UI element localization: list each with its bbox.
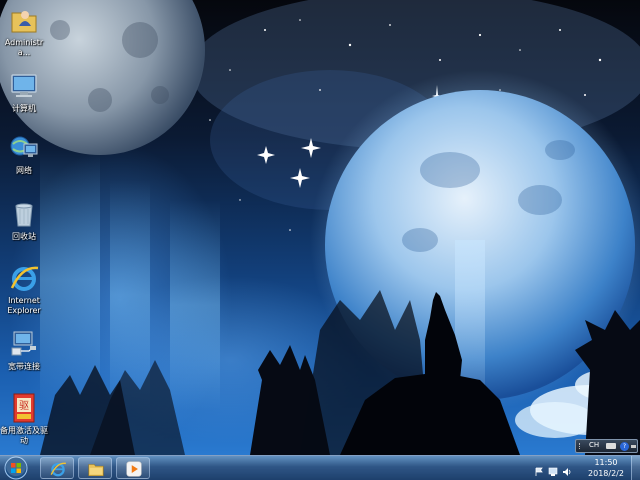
wallpaper-art <box>0 0 640 455</box>
taskbar: 11:50 2018/2/2 <box>0 455 640 480</box>
start-button[interactable] <box>3 456 29 480</box>
desktop-icon-broadband-connection[interactable]: 宽带连接 <box>0 328 48 372</box>
desktop-icon-computer[interactable]: 计算机 <box>0 70 48 114</box>
media-player-icon <box>126 461 142 477</box>
desktop-icon-backup-activation-driver[interactable]: 驱 备用激活及驱 动 <box>0 392 48 446</box>
language-bar-grip[interactable] <box>579 443 586 449</box>
activation-tool-icon: 驱 <box>8 392 40 424</box>
volume-icon[interactable] <box>562 462 572 476</box>
folder-icon <box>88 464 104 477</box>
keyboard-icon[interactable] <box>606 443 616 449</box>
help-icon[interactable]: ? <box>620 442 629 451</box>
desktop-icon-recycle-bin[interactable]: 回收站 <box>0 198 48 242</box>
desktop-wallpaper <box>0 0 640 455</box>
action-center-flag-icon[interactable] <box>534 462 544 476</box>
windows-start-orb-icon <box>4 456 28 480</box>
clock-time: 11:50 <box>594 458 618 467</box>
network-status-icon[interactable] <box>548 462 558 476</box>
broadband-connection-icon <box>8 328 40 360</box>
taskbar-file-explorer-button[interactable] <box>78 457 112 479</box>
show-desktop-button[interactable] <box>631 456 640 480</box>
clock-date: 2018/2/2 <box>588 469 624 478</box>
computer-icon <box>8 70 40 102</box>
internet-explorer-icon <box>8 262 40 294</box>
network-icon <box>8 132 40 164</box>
desktop-icon-administrator[interactable]: Administra... <box>0 4 48 58</box>
system-tray: 11:50 2018/2/2 <box>530 456 640 480</box>
user-folder-icon <box>8 4 40 36</box>
taskbar-media-player-button[interactable] <box>116 457 150 479</box>
language-bar-options-icon[interactable] <box>631 445 636 448</box>
taskbar-clock[interactable]: 11:50 2018/2/2 <box>584 457 628 479</box>
desktop-icon-network[interactable]: 网络 <box>0 132 48 176</box>
recycle-bin-icon <box>8 198 40 230</box>
svg-text:驱: 驱 <box>19 400 29 412</box>
language-bar[interactable]: CH ? <box>575 439 638 453</box>
taskbar-internet-explorer-button[interactable] <box>40 457 74 479</box>
desktop-icon-internet-explorer[interactable]: Internet Explorer <box>0 262 48 316</box>
language-indicator[interactable]: CH <box>589 441 599 449</box>
internet-explorer-icon <box>50 462 66 477</box>
